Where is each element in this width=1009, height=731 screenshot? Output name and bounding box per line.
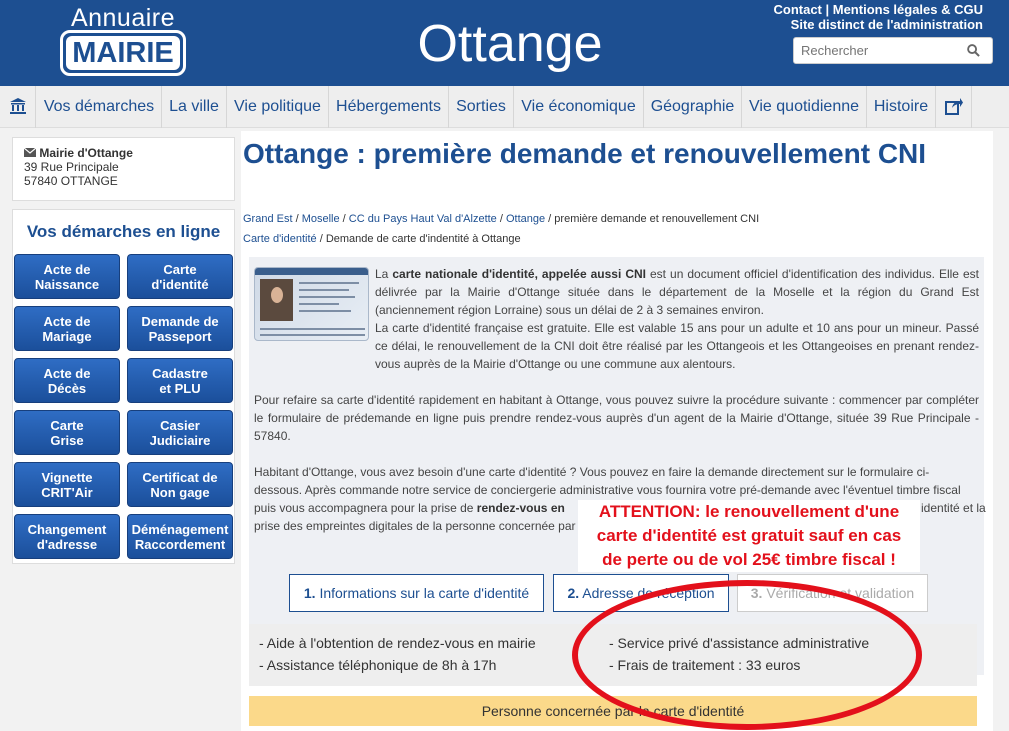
logo-box: MAIRIE [60,30,186,76]
sidebar-button-vignette-critair[interactable]: Vignette CRIT'Air [14,462,120,507]
nav-sorties[interactable]: Sorties [449,86,514,128]
feature-rendez-vous: - Aide à l'obtention de rendez-vous en m… [259,635,536,651]
breadcrumb-sep: / [545,213,555,225]
feature-assistance: - Assistance téléphonique de 8h à 17h [259,657,497,673]
breadcrumb-sep: / [339,213,349,225]
nav-vie-politique[interactable]: Vie politique [227,86,329,128]
bank-icon [9,98,26,114]
intro-paragraph-4-line2: dessous. Après commande notre service de… [254,483,961,497]
sidebar-button-label: Déménagement Raccordement [131,521,229,552]
sidebar-button-label: Acte de Mariage [42,313,92,344]
breadcrumb: Grand Est / Moselle / CC du Pays Haut Va… [243,213,759,225]
p4-text-a: puis vous accompagnera pour la prise de [254,501,477,515]
logo-top-text: Annuaire [70,4,176,32]
breadcrumb-link-grand-est[interactable]: Grand Est [243,213,293,225]
breadcrumb-link-moselle[interactable]: Moselle [302,213,340,225]
attention-line-1: ATTENTION: le renouvellement d'une [598,502,900,521]
top-links: Contact | Mentions légales & CGU Site di… [773,2,983,32]
nav-histoire[interactable]: Histoire [867,86,936,128]
sidebar-button-acte-mariage[interactable]: Acte de Mariage [14,306,120,351]
sidebar-button-label: Certificat de Non gage [142,469,218,500]
step-1-label: Informations sur la carte d'identité [315,585,530,601]
sidebar-button-casier-judiciaire[interactable]: Casier Judiciaire [127,410,233,455]
sidebar-button-acte-deces[interactable]: Acte de Décès [14,358,120,403]
intro-paragraph-4-line1: Habitant d'Ottange, vous avez besoin d'u… [254,465,930,479]
nav-vie-quotidienne[interactable]: Vie quotidienne [742,86,867,128]
breadcrumb-sep: / [316,233,326,245]
sidebar-button-certificat-non-gage[interactable]: Certificat de Non gage [127,462,233,507]
sidebar-button-label: Vignette CRIT'Air [41,469,93,500]
sidebar-button-label: Carte d'identité [151,261,209,292]
sidebar-button-label: Carte Grise [50,417,84,448]
demarches-title: Vos démarches en ligne [26,222,221,241]
breadcrumb-sep: / [496,213,506,225]
page-title: Ottange : première demande et renouvelle… [243,138,927,169]
mairie-city: 57840 OTTANGE [24,174,118,188]
main-nav: Vos démarches La ville Vie politique Héb… [0,86,1009,128]
distinct-admin-notice: Site distinct de l'administration [790,17,983,32]
mairie-address-box: Mairie d'Ottange 39 Rue Principale 57840… [12,137,235,201]
attention-line-3: de perte ou de vol 25€ timbre fiscal ! [602,550,896,569]
intro-paragraph-1: La carte nationale d'identité, appelée a… [375,265,979,319]
nav-hebergements[interactable]: Hébergements [329,86,449,128]
breadcrumb-current: première demande et renouvellement CNI [554,213,760,225]
intro-paragraph-3: Pour refaire sa carte d'identité rapidem… [254,393,979,443]
step-1-informations[interactable]: 1. Informations sur la carte d'identité [289,574,544,612]
mairie-street: 39 Rue Principale [24,160,119,174]
nav-share[interactable] [936,86,972,128]
legal-link[interactable]: Mentions légales & CGU [833,2,983,17]
contact-link[interactable]: Contact [773,2,821,17]
breadcrumb-secondary: Carte d'identité / Demande de carte d'in… [243,233,521,245]
breadcrumb-link-cc[interactable]: CC du Pays Haut Val d'Alzette [349,213,497,225]
red-circle-annotation [572,580,922,730]
sidebar-button-label: Changement d'adresse [27,521,107,552]
sidebar-button-label: Acte de Naissance [34,261,100,292]
attention-line-2: carte d'identité est gratuit sauf en cas [596,526,902,545]
sidebar-button-demenagement-raccordement[interactable]: Déménagement Raccordement [127,514,233,559]
breadcrumb-link-carte-identite[interactable]: Carte d'identité [243,233,317,245]
p1-text-a: La [375,267,393,281]
search-input[interactable] [794,38,959,63]
breadcrumb-link-ottange[interactable]: Ottange [506,213,545,225]
sidebar-button-changement-adresse[interactable]: Changement d'adresse [14,514,120,559]
nav-geographie[interactable]: Géographie [644,86,742,128]
nav-home[interactable] [0,86,36,128]
search-box [793,37,993,64]
step-1-num: 1. [303,585,316,601]
sidebar-button-carte-identite[interactable]: Carte d'identité [127,254,233,299]
intro-paragraph-4-line3: puis vous accompagnera pour la prise de … [254,499,594,517]
sidebar-button-demande-passeport[interactable]: Demande de Passeport [127,306,233,351]
sidebar-button-acte-naissance[interactable]: Acte de Naissance [14,254,120,299]
nav-vie-economique[interactable]: Vie économique [514,86,644,128]
nav-la-ville[interactable]: La ville [162,86,227,128]
envelope-icon [23,147,37,157]
p4-bold: rendez-vous en [476,501,565,515]
search-icon[interactable] [967,44,980,57]
site-title: Ottange [417,15,603,73]
mairie-name-row[interactable]: Mairie d'Ottange [23,146,223,160]
intro-paragraph-4-line3-end: identité et la [921,501,986,515]
intro-paragraph-2: La carte d'identité française est gratui… [375,321,979,371]
sidebar-button-label: Casier Judiciaire [149,417,211,448]
sidebar-button-cadastre-plu[interactable]: Cadastre et PLU [127,358,233,403]
breadcrumb-current-2: Demande de carte d'indentité à Ottange [325,233,521,245]
step-2-num: 2. [567,585,580,601]
logo-main-text: MAIRIE [66,36,180,70]
annuaire-mairie-logo[interactable]: Annuaire MAIRIE [58,4,188,80]
attention-annotation: ATTENTION: le renouvellement d'une carte… [578,500,920,572]
sidebar-button-carte-grise[interactable]: Carte Grise [14,410,120,455]
sidebar-button-label: Acte de Décès [43,365,91,396]
intro-paragraph-4-line4: prise des empreintes digitales de la per… [254,519,576,533]
sidebar-button-label: Cadastre et PLU [152,365,208,396]
site-header: Annuaire MAIRIE Ottange Contact | Mentio… [0,0,1009,86]
id-card-image [254,267,369,341]
share-icon [944,98,963,115]
p1-bold: carte nationale d'identité, appelée auss… [392,267,646,281]
demarches-sidebar: Vos démarches en ligne Acte de Naissance C… [12,209,235,564]
sidebar-button-label: Demande de Passeport [141,313,219,344]
mairie-name: Mairie d'Ottange [39,146,133,160]
nav-vos-demarches[interactable]: Vos démarches [37,86,162,128]
top-link-separator: | [821,2,833,17]
breadcrumb-sep: / [292,213,302,225]
